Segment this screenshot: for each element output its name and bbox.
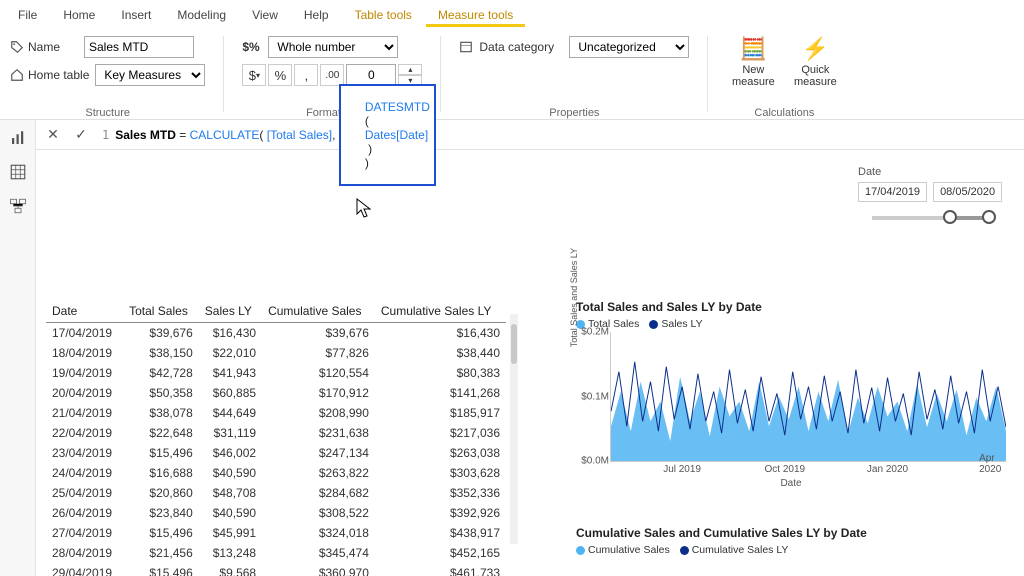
table-visual[interactable]: Date Total Sales Sales LY Cumulative Sal… (46, 300, 506, 560)
chart2-legend: Cumulative Sales Cumulative Sales LY (576, 544, 1006, 556)
formula-commit-button[interactable]: ✓ (70, 124, 92, 146)
chart1-xlabel: Date (576, 478, 1006, 489)
col-cum-sales-ly[interactable]: Cumulative Sales LY (375, 300, 506, 323)
new-measure-button[interactable]: 🧮 New measure (726, 36, 780, 88)
menu-view[interactable]: View (240, 3, 290, 27)
name-label: Name (10, 40, 78, 54)
decimals-up[interactable]: ▴ (398, 64, 422, 75)
format-select[interactable]: Whole number (268, 36, 398, 58)
table-row[interactable]: 28/04/2019$21,456$13,248$345,474$452,165 (46, 543, 506, 563)
date-slicer[interactable]: Date 17/04/2019 08/05/2020 (858, 166, 1008, 220)
report-canvas[interactable]: Date 17/04/2019 08/05/2020 Date Total Sa… (36, 150, 1024, 576)
data-category-label: Data category (479, 40, 563, 54)
ribbon-sep-2 (440, 36, 441, 112)
chart1-ylabel: Total Sales and Sales LY (569, 247, 579, 346)
tag-icon (10, 40, 24, 54)
report-view-icon[interactable] (8, 128, 28, 148)
calculations-group-label: Calculations (754, 107, 814, 119)
col-total-sales[interactable]: Total Sales (123, 300, 199, 323)
quick-measure-icon: ⚡ (802, 36, 829, 62)
calculator-icon: 🧮 (740, 36, 767, 62)
menu-bar: File Home Insert Modeling View Help Tabl… (0, 0, 1024, 30)
menu-home[interactable]: Home (51, 3, 107, 27)
menu-insert[interactable]: Insert (109, 3, 163, 27)
table-row[interactable]: 26/04/2019$23,840$40,590$308,522$392,926 (46, 503, 506, 523)
ribbon-sep-3 (707, 36, 708, 112)
col-cum-sales[interactable]: Cumulative Sales (262, 300, 375, 323)
col-sales-ly[interactable]: Sales LY (199, 300, 262, 323)
chart2-title: Cumulative Sales and Cumulative Sales LY… (576, 526, 1006, 540)
slicer-knob-start[interactable] (943, 210, 957, 224)
slicer-knob-end[interactable] (982, 210, 996, 224)
chart1-legend: Total Sales Sales LY (576, 318, 1006, 330)
table-row[interactable]: 24/04/2019$16,688$40,590$263,822$303,628 (46, 463, 506, 483)
chart1-title: Total Sales and Sales LY by Date (576, 300, 1006, 314)
ribbon-group-properties: Data category Uncategorized Properties (459, 36, 689, 119)
menu-modeling[interactable]: Modeling (165, 3, 238, 27)
slicer-track[interactable] (872, 216, 994, 220)
quick-measure-button[interactable]: ⚡ Quick measure (788, 36, 842, 88)
table-row[interactable]: 27/04/2019$15,496$45,991$324,018$438,917 (46, 523, 506, 543)
measure-name-input[interactable] (84, 36, 194, 58)
category-icon (459, 40, 473, 54)
chart-total-sales[interactable]: Total Sales and Sales LY by Date Total S… (576, 300, 1006, 489)
format-icon-label: $% (242, 40, 262, 54)
menu-table-tools[interactable]: Table tools (343, 3, 424, 27)
table-row[interactable]: 25/04/2019$20,860$48,708$284,682$352,336 (46, 483, 506, 503)
table-header-row: Date Total Sales Sales LY Cumulative Sal… (46, 300, 506, 323)
menu-measure-tools[interactable]: Measure tools (426, 3, 525, 27)
data-view-icon[interactable] (8, 162, 28, 182)
table-row[interactable]: 20/04/2019$50,358$60,885$170,912$141,268 (46, 383, 506, 403)
home-table-label: Home table (10, 68, 89, 82)
slicer-title: Date (858, 166, 1008, 178)
formula-cancel-button[interactable]: ✕ (42, 124, 64, 146)
view-switcher (0, 120, 36, 576)
col-date[interactable]: Date (46, 300, 123, 323)
cursor-icon (356, 198, 372, 223)
table-row[interactable]: 21/04/2019$38,078$44,649$208,990$185,917 (46, 403, 506, 423)
table-row[interactable]: 29/04/2019$15,496$9,568$360,970$461,733 (46, 563, 506, 576)
slicer-end-date[interactable]: 08/05/2020 (933, 182, 1002, 202)
chart1-plot[interactable]: Total Sales and Sales LY $0.2M $0.1M $0.… (610, 332, 1006, 462)
table-row[interactable]: 17/04/2019$39,676$16,430$39,676$16,430 (46, 323, 506, 344)
formula-bar[interactable]: ✕ ✓ 1 Sales MTD = CALCULATE ( [Total Sal… (36, 120, 1024, 150)
menu-file[interactable]: File (6, 3, 49, 27)
table-row[interactable]: 22/04/2019$22,648$31,119$231,638$217,036 (46, 423, 506, 443)
menu-help[interactable]: Help (292, 3, 341, 27)
chart-cumulative-sales[interactable]: Cumulative Sales and Cumulative Sales LY… (576, 526, 1006, 558)
table-row[interactable]: 23/04/2019$15,496$46,002$247,134$263,038 (46, 443, 506, 463)
data-category-select[interactable]: Uncategorized (569, 36, 689, 58)
format-icon: $% (242, 40, 259, 54)
table-row[interactable]: 18/04/2019$38,150$22,010$77,826$38,440 (46, 343, 506, 363)
home-icon (10, 68, 24, 82)
properties-group-label: Properties (549, 107, 599, 119)
model-view-icon[interactable] (8, 196, 28, 216)
table-row[interactable]: 19/04/2019$42,728$41,943$120,554$80,383 (46, 363, 506, 383)
formula-line-number: 1 (102, 128, 109, 142)
ribbon-group-calculations: 🧮 New measure ⚡ Quick measure Calculatio… (726, 36, 842, 119)
table-scrollbar[interactable] (510, 314, 518, 544)
slicer-start-date[interactable]: 17/04/2019 (858, 182, 927, 202)
